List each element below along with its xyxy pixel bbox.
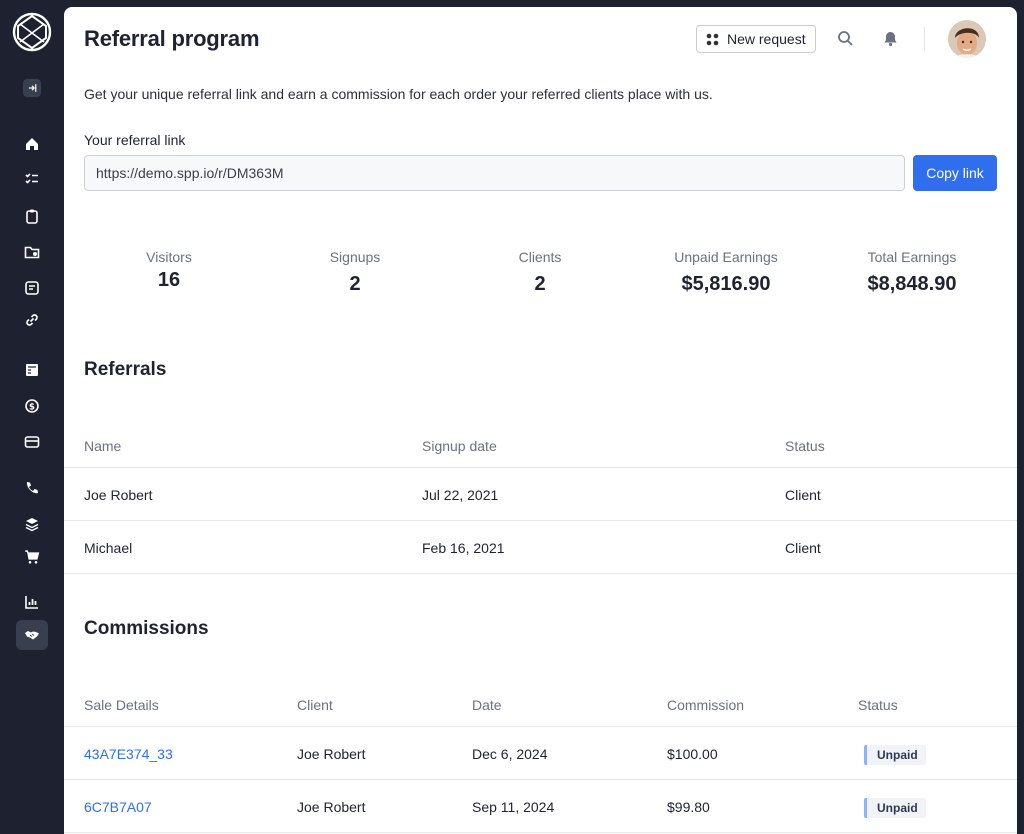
table-row[interactable]: Michael Feb 16, 2021 Client: [64, 521, 1017, 574]
column-header[interactable]: Commission: [667, 697, 744, 713]
cart-icon[interactable]: [16, 543, 48, 571]
phone-icon[interactable]: [16, 474, 48, 502]
page-title: Referral program: [84, 26, 260, 51]
table-row[interactable]: Joe Robert Jul 22, 2021 Client: [64, 468, 1017, 521]
checklist-icon[interactable]: [16, 165, 48, 193]
stat-value: 2: [534, 273, 546, 295]
sale-details-link[interactable]: 43A7E374_33: [84, 746, 173, 762]
table-row: 6C7B7A07 Joe Robert Sep 11, 2024 $99.80 …: [64, 780, 1017, 833]
clipboard-icon[interactable]: [16, 202, 48, 230]
referral-name: Joe Robert: [84, 487, 153, 503]
referral-signup-date: Feb 16, 2021: [422, 540, 505, 556]
table-row: 43A7E374_33 Joe Robert Dec 6, 2024 $100.…: [64, 727, 1017, 780]
column-header[interactable]: Signup date: [422, 438, 497, 454]
column-header[interactable]: Status: [785, 438, 825, 454]
svg-text:$: $: [29, 402, 35, 412]
column-header[interactable]: Name: [84, 438, 121, 454]
layers-icon[interactable]: [16, 510, 48, 538]
stat-value: 16: [157, 269, 181, 291]
link-icon[interactable]: [16, 306, 48, 334]
money-icon[interactable]: $: [16, 392, 48, 420]
collapse-sidebar-icon[interactable]: [23, 79, 41, 97]
stat-signups: Signups 2: [265, 249, 445, 296]
status-badge: Unpaid: [864, 745, 926, 765]
column-header[interactable]: Client: [297, 697, 333, 713]
commissions-table-header: Sale Details Client Date Commission Stat…: [64, 697, 1017, 727]
commission-amount: $99.80: [667, 799, 710, 815]
new-request-label: New request: [727, 31, 806, 47]
stat-total-earnings: Total Earnings $8,848.90: [822, 249, 1002, 296]
commission-date: Dec 6, 2024: [472, 746, 548, 762]
sale-details-link[interactable]: 6C7B7A07: [84, 799, 152, 815]
intro-text: Get your unique referral link and earn a…: [84, 86, 713, 102]
handshake-icon[interactable]: [16, 620, 48, 650]
credit-card-icon[interactable]: [16, 428, 48, 456]
referral-status: Client: [785, 487, 821, 503]
home-icon[interactable]: [16, 130, 48, 158]
bar-chart-icon[interactable]: [16, 588, 48, 616]
commission-amount: $100.00: [667, 746, 718, 762]
new-request-button[interactable]: New request: [696, 25, 816, 53]
referral-link-input[interactable]: [84, 155, 905, 191]
status-badge: Unpaid: [864, 798, 926, 818]
stat-unpaid-earnings: Unpaid Earnings $5,816.90: [636, 249, 816, 296]
stat-visitors: Visitors 16: [79, 249, 259, 292]
store-icon[interactable]: [16, 356, 48, 384]
referral-status: Client: [785, 540, 821, 556]
referrals-title: Referrals: [84, 359, 167, 380]
stat-label: Visitors: [146, 249, 192, 265]
commission-date: Sep 11, 2024: [472, 799, 555, 815]
commissions-title: Commissions: [84, 618, 209, 639]
message-icon[interactable]: [16, 274, 48, 302]
column-header[interactable]: Status: [858, 697, 898, 713]
stat-label: Unpaid Earnings: [674, 249, 778, 265]
column-header[interactable]: Date: [472, 697, 502, 713]
commission-client: Joe Robert: [297, 799, 366, 815]
search-icon[interactable]: [836, 29, 854, 47]
sidebar: $: [0, 0, 64, 834]
referral-link-label: Your referral link: [84, 132, 186, 148]
main-panel: Referral program New request Get your un…: [64, 7, 1017, 834]
bell-icon[interactable]: [881, 29, 899, 47]
column-header[interactable]: Sale Details: [84, 697, 159, 713]
header-divider: [924, 27, 925, 51]
referral-signup-date: Jul 22, 2021: [422, 487, 499, 503]
stat-value: $5,816.90: [681, 273, 771, 295]
stat-label: Clients: [518, 249, 562, 265]
stat-value: $8,848.90: [867, 273, 957, 295]
grid-icon: [706, 33, 719, 45]
stat-value: 2: [349, 273, 361, 295]
commission-client: Joe Robert: [297, 746, 366, 762]
folder-icon[interactable]: [16, 238, 48, 266]
stat-label: Total Earnings: [867, 249, 957, 265]
logo-icon[interactable]: [12, 12, 52, 52]
referral-name: Michael: [84, 540, 133, 556]
avatar[interactable]: [948, 20, 986, 58]
referrals-table-header: Name Signup date Status: [64, 438, 1017, 468]
stat-label: Signups: [329, 249, 381, 265]
stat-clients: Clients 2: [450, 249, 630, 296]
copy-link-button[interactable]: Copy link: [913, 155, 997, 191]
